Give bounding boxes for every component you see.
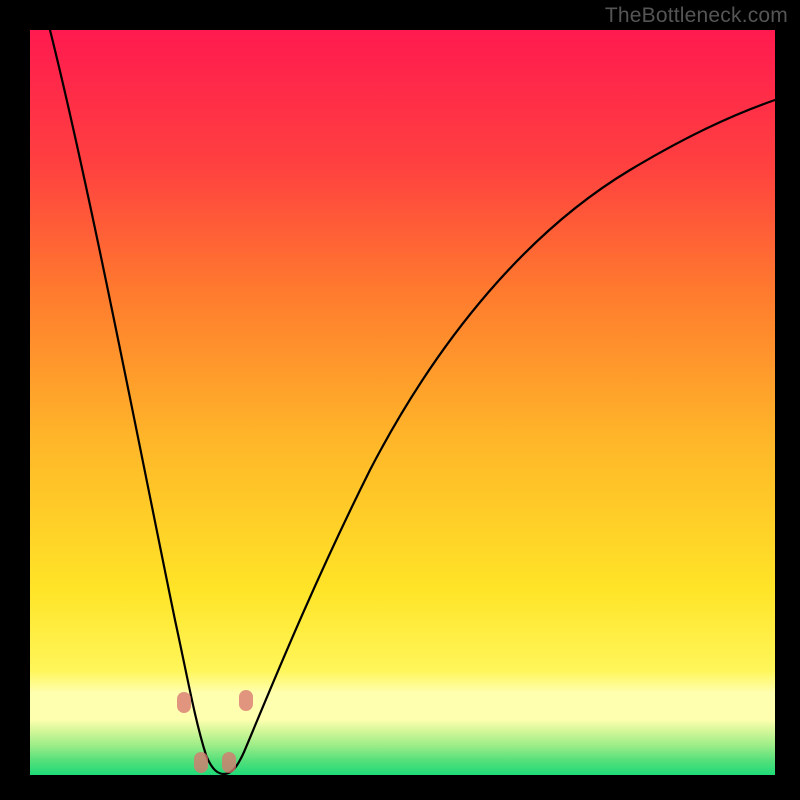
curve-marker [177, 692, 191, 713]
curve-marker [239, 690, 253, 711]
chart-frame [30, 30, 775, 775]
curve-marker [194, 752, 208, 773]
watermark-text: TheBottleneck.com [605, 4, 788, 28]
curve-marker [222, 752, 236, 773]
bottleneck-curve [30, 30, 775, 775]
curve-path [50, 30, 775, 774]
